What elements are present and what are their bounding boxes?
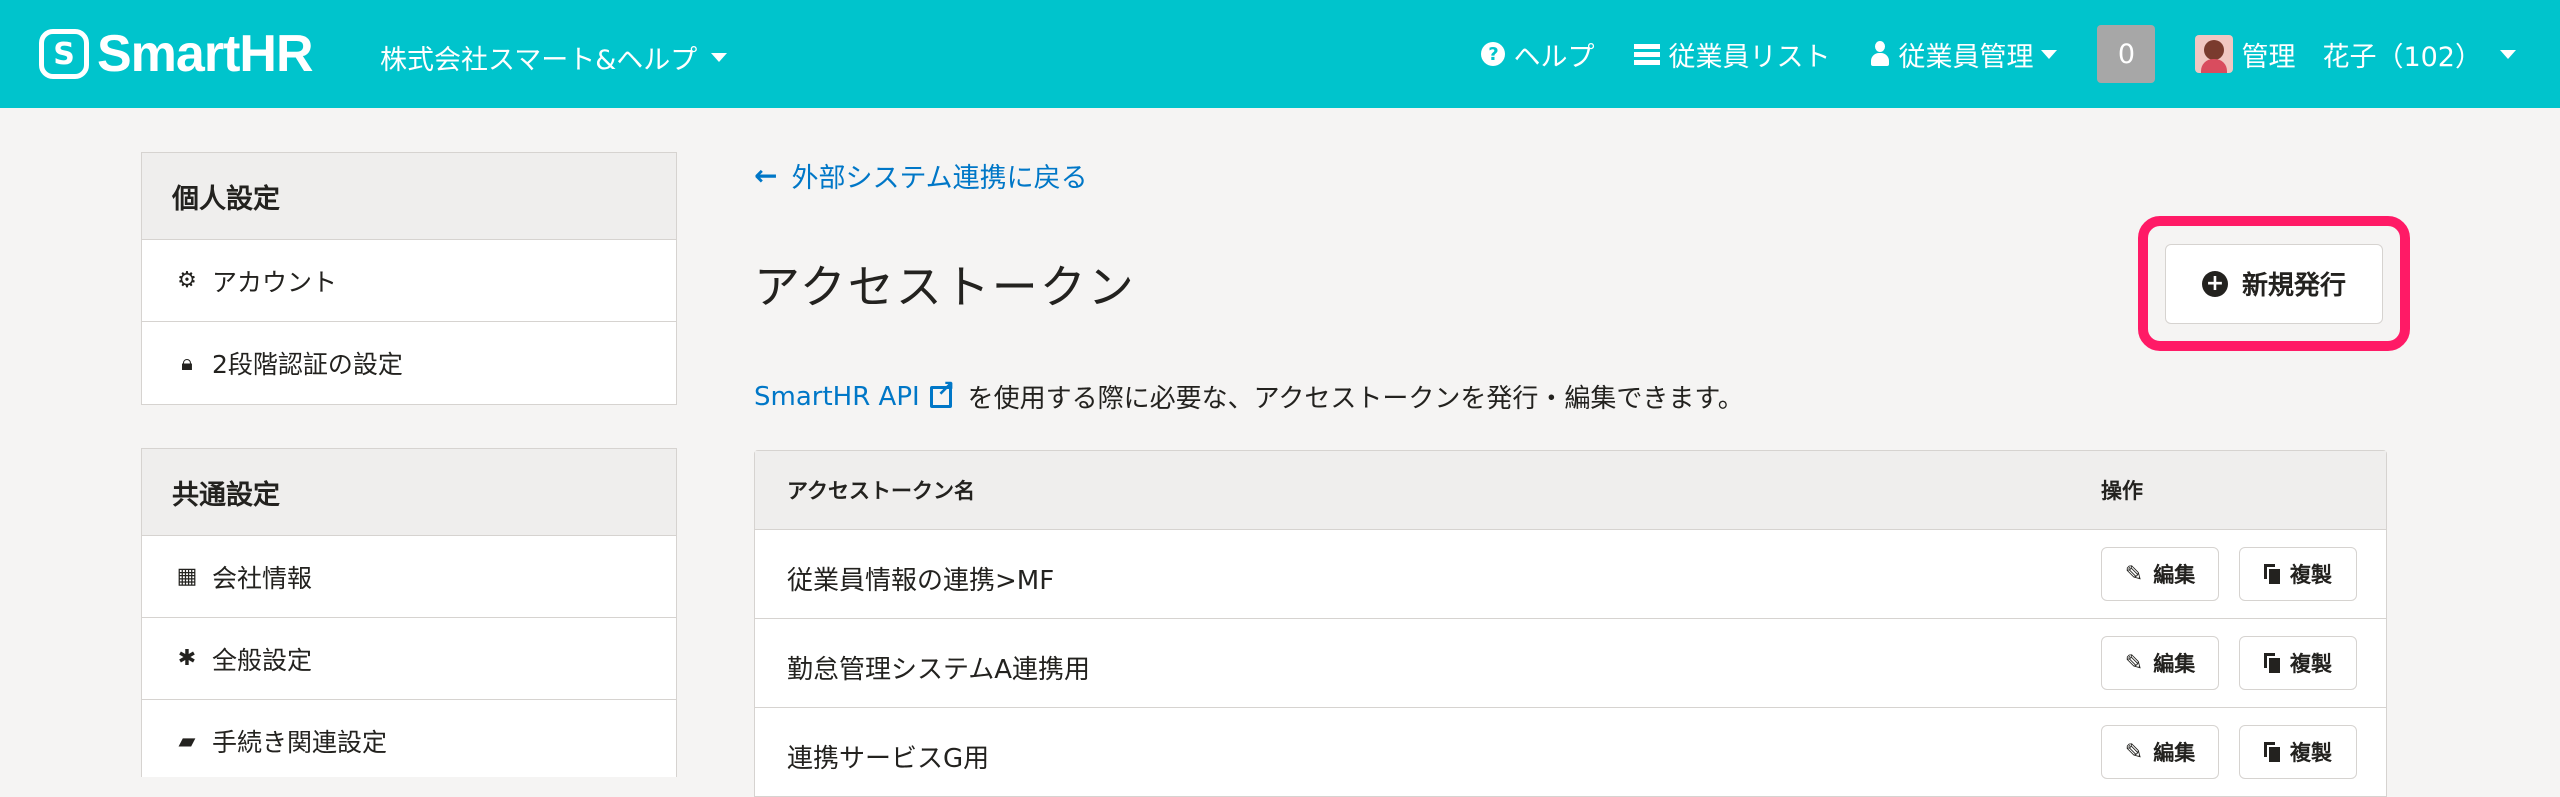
header-nav: ? ヘルプ 従業員リスト 従業員管理 0 管理 花子（102）	[1481, 0, 2560, 108]
person-icon	[1870, 41, 1890, 67]
logo-text: SmartHR	[97, 25, 313, 83]
edit-label: 編集	[2153, 652, 2196, 676]
table-row: 勤怠管理システムA連携用 ✎ 編集 複製	[755, 619, 2386, 708]
new-token-label: 新規発行	[2241, 271, 2346, 301]
pencil-icon: ✎	[2124, 739, 2144, 765]
back-link[interactable]: ← 外部システム連携に戻る	[754, 156, 1088, 195]
logo-mark: S	[39, 29, 89, 79]
sidebar-item-account[interactable]: ⚙ アカウント	[142, 240, 676, 322]
company-name: 株式会社スマート&ヘルプ	[380, 45, 698, 76]
personal-settings-title: 個人設定	[142, 153, 676, 240]
sidebar-item-company-info[interactable]: ▦ 会社情報	[142, 536, 676, 618]
pencil-icon: ✎	[2124, 561, 2144, 587]
gear-icon: ⚙	[177, 268, 197, 293]
sidebar-item-two-factor[interactable]: 🔒︎ 2段階認証の設定	[142, 322, 676, 404]
help-icon: ?	[1481, 42, 1506, 66]
copy-icon	[2264, 742, 2282, 764]
company-switcher[interactable]: 株式会社スマート&ヘルプ	[380, 38, 728, 77]
chevron-down-icon	[2041, 49, 2058, 59]
sidebar-item-label: 全般設定	[212, 645, 313, 675]
sidebar-item-label: 2段階認証の設定	[212, 350, 403, 379]
edit-button[interactable]: ✎ 編集	[2101, 547, 2219, 601]
new-token-button[interactable]: + 新規発行	[2165, 243, 2383, 324]
edit-button[interactable]: ✎ 編集	[2101, 636, 2219, 690]
sidebar-item-procedure-settings[interactable]: ▰ 手続き関連設定	[142, 700, 676, 782]
common-settings-title: 共通設定	[142, 449, 676, 536]
api-link[interactable]: SmartHR API	[754, 382, 920, 412]
copy-label: 複製	[2290, 741, 2332, 765]
common-settings-panel: 共通設定 ▦ 会社情報 ✱ 全般設定 ▰ 手続き関連設定	[141, 448, 677, 777]
user-name: 管理 花子（102）	[2241, 41, 2482, 73]
copy-icon	[2264, 653, 2282, 675]
table-row: 連携サービスG用 ✎ 編集 複製	[755, 708, 2386, 796]
chevron-down-icon	[2500, 49, 2516, 59]
copy-button[interactable]: 複製	[2239, 725, 2357, 779]
col-token-name: アクセストークン名	[787, 479, 975, 503]
token-table: アクセストークン名 操作 従業員情報の連携>MF ✎ 編集 複製 勤怠管理システ…	[754, 450, 2387, 797]
token-name: 連携サービスG用	[787, 744, 990, 774]
lock-icon: 🔒︎	[181, 350, 193, 376]
token-name: 従業員情報の連携>MF	[787, 566, 1055, 596]
personal-settings-panel: 個人設定 ⚙ アカウント 🔒︎ 2段階認証の設定	[141, 152, 677, 405]
employee-management-label: 従業員管理	[1898, 41, 2034, 73]
table-header: アクセストークン名 操作	[755, 451, 2386, 530]
list-icon	[1634, 43, 1661, 65]
sidebar-item-general-settings[interactable]: ✱ 全般設定	[142, 618, 676, 700]
description-text: を使用する際に必要な、アクセストークンを発行・編集できます。	[967, 384, 1744, 414]
copy-button[interactable]: 複製	[2239, 547, 2357, 601]
copy-icon	[2264, 564, 2282, 586]
page-title: アクセストークン	[754, 260, 1136, 314]
help-label: ヘルプ	[1513, 41, 1595, 73]
pencil-icon: ✎	[2124, 650, 2144, 676]
token-name: 勤怠管理システムA連携用	[787, 655, 1091, 685]
notification-counter[interactable]: 0	[2097, 25, 2156, 83]
edit-label: 編集	[2153, 563, 2196, 587]
col-operations: 操作	[2101, 479, 2143, 503]
smarthr-logo[interactable]: S SmartHR	[39, 24, 313, 84]
plus-circle-icon: +	[2201, 270, 2228, 297]
highlight-frame: + 新規発行	[2138, 216, 2410, 351]
table-row: 従業員情報の連携>MF ✎ 編集 複製	[755, 530, 2386, 619]
arrow-left-icon: ←	[754, 159, 778, 192]
asterisk-icon: ✱	[177, 646, 197, 671]
book-icon: ▰	[178, 728, 196, 754]
copy-label: 複製	[2290, 563, 2332, 587]
help-link[interactable]: ? ヘルプ	[1481, 35, 1594, 74]
copy-label: 複製	[2290, 652, 2332, 676]
employee-management-menu[interactable]: 従業員管理	[1870, 35, 2058, 74]
external-link-icon[interactable]	[929, 377, 955, 408]
top-bar: S SmartHR 株式会社スマート&ヘルプ ? ヘルプ 従業員リスト 従業員管…	[0, 0, 2560, 108]
employee-list-link[interactable]: 従業員リスト	[1634, 35, 1830, 74]
building-icon: ▦	[176, 564, 198, 589]
user-menu[interactable]: 管理 花子（102）	[2195, 35, 2516, 74]
chevron-down-icon	[711, 53, 728, 62]
sidebar-item-label: 会社情報	[212, 563, 313, 593]
back-link-label: 外部システム連携に戻る	[791, 163, 1088, 194]
sidebar-item-label: アカウント	[212, 267, 338, 297]
edit-label: 編集	[2153, 741, 2196, 765]
sidebar-item-label: 手続き関連設定	[212, 728, 388, 757]
copy-button[interactable]: 複製	[2239, 636, 2357, 690]
employee-list-label: 従業員リスト	[1668, 41, 1831, 73]
edit-button[interactable]: ✎ 編集	[2101, 725, 2219, 779]
avatar	[2195, 35, 2234, 73]
description: SmartHR API を使用する際に必要な、アクセストークンを発行・編集できま…	[754, 377, 1744, 415]
